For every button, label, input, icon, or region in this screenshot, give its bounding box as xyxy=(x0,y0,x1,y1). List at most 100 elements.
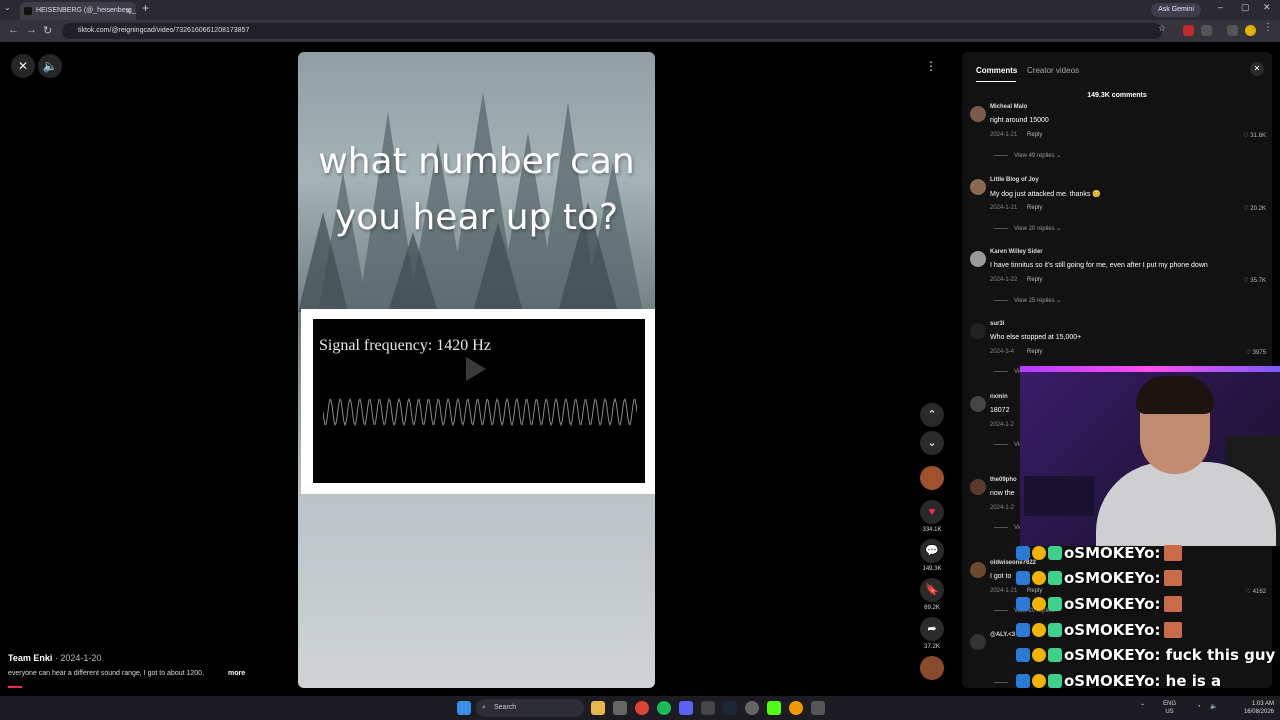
reply-link[interactable]: Reply xyxy=(1027,349,1042,355)
back-arrow-icon[interactable]: ← xyxy=(8,24,19,36)
commenter-avatar[interactable] xyxy=(970,562,986,578)
minimize-button[interactable]: – xyxy=(1218,2,1223,12)
view-replies-link[interactable] xyxy=(994,680,1014,686)
commenter-name[interactable]: Little Blog of Joy xyxy=(990,177,1039,183)
browser-menu-icon[interactable]: ⋮ xyxy=(1263,22,1274,33)
bookmark-star-icon[interactable]: ☆ xyxy=(1158,23,1169,34)
view-replies-link[interactable]: View 20 replies ⌄ xyxy=(994,225,1061,232)
more-caption-link[interactable]: more xyxy=(228,670,245,677)
discord-icon[interactable] xyxy=(679,701,693,715)
comment-like-count[interactable]: ♡ 3975 xyxy=(1246,349,1266,356)
browser-tab[interactable]: HEISENBERG (@_heisenberg_ × xyxy=(20,2,136,20)
comment-text: Who else stopped at 15,000+ xyxy=(990,334,1082,341)
close-comments-icon[interactable]: ✕ xyxy=(1250,62,1264,76)
tab-creator-videos[interactable]: Creator videos xyxy=(1027,66,1079,75)
spotify-icon[interactable] xyxy=(657,701,671,715)
windows-start-icon[interactable] xyxy=(457,701,471,715)
lang-bottom: US xyxy=(1165,709,1174,715)
view-replies-link[interactable]: View 25 replies ⌄ xyxy=(994,297,1061,304)
video-progress-bar[interactable] xyxy=(8,686,22,688)
bookmark-icon[interactable]: 🔖 xyxy=(920,578,944,602)
previous-video-button[interactable]: ⌃ xyxy=(920,403,944,427)
creator-avatar[interactable] xyxy=(920,466,944,490)
reply-link[interactable]: Reply xyxy=(1027,132,1042,138)
ask-gemini-button[interactable]: Ask Gemini xyxy=(1151,3,1201,17)
chat-message: oSMOKEYo: fuck this guy xyxy=(1016,646,1275,668)
extension-icon[interactable] xyxy=(1201,25,1212,36)
lang-top: ENG xyxy=(1163,701,1177,707)
terminal-icon[interactable] xyxy=(701,701,715,715)
reply-link[interactable]: Reply xyxy=(1027,277,1042,283)
video-caption: everyone can hear a different sound rang… xyxy=(8,670,205,677)
url-field[interactable]: tiktok.com/@reigningcad/video/7326160661… xyxy=(62,23,1162,39)
comment-like-count[interactable]: ♡ 31.8K xyxy=(1243,132,1266,139)
comment-item: Karen Willey Sider I have tinnitus so it’… xyxy=(970,249,1270,319)
tray-chevron-icon[interactable]: ⌃ xyxy=(1140,703,1145,711)
commenter-avatar[interactable] xyxy=(970,251,986,267)
app-icon[interactable] xyxy=(811,701,825,715)
comment-like-count[interactable]: ♡ 4162 xyxy=(1246,588,1266,595)
gift-badge-icon xyxy=(1048,623,1062,637)
commenter-name[interactable]: sur3i xyxy=(990,321,1004,327)
commenter-name[interactable]: Karen Willey Sider xyxy=(990,249,1043,255)
commenter-name[interactable]: the09pho xyxy=(990,477,1017,483)
view-replies-link[interactable]: Vie xyxy=(994,369,1023,375)
commenter-name[interactable]: nxmin xyxy=(990,394,1008,400)
view-replies-link[interactable]: View 49 replies ⌄ xyxy=(994,152,1061,159)
volume-icon[interactable]: 🔈 xyxy=(38,54,62,78)
windows-taskbar: ⌕ Search ⌃ ENG US ◔ 🔈 1:03 AM 16/08/2026 xyxy=(0,696,1280,720)
profile-avatar-icon[interactable] xyxy=(1245,25,1256,36)
taskbar-search[interactable]: ⌕ Search xyxy=(476,699,584,717)
steam-icon[interactable] xyxy=(723,701,737,715)
volume-tray-icon[interactable]: 🔈 xyxy=(1210,703,1217,711)
chrome-icon[interactable] xyxy=(635,701,649,715)
webcam-overlay xyxy=(1020,366,1280,546)
video-player[interactable]: what number can you hear up to? Signal f… xyxy=(298,52,655,688)
new-tab-button[interactable]: + xyxy=(142,1,149,15)
commenter-avatar[interactable] xyxy=(970,106,986,122)
close-window-button[interactable]: ✕ xyxy=(1263,2,1271,13)
commenter-avatar[interactable] xyxy=(970,479,986,495)
commenter-avatar[interactable] xyxy=(970,396,986,412)
obs-icon[interactable] xyxy=(745,701,759,715)
wifi-icon[interactable]: ◔ xyxy=(1197,703,1201,711)
comment-icon[interactable]: 💬 xyxy=(920,539,944,563)
chat-badge-icon xyxy=(1032,546,1046,560)
tab-close-icon[interactable]: × xyxy=(126,2,131,20)
forward-arrow-icon[interactable]: → xyxy=(26,24,37,36)
chat-badge-icon xyxy=(1032,674,1046,688)
share-icon[interactable]: ➦ xyxy=(920,617,944,641)
tab-comments[interactable]: Comments xyxy=(976,66,1017,75)
next-video-button[interactable]: ⌄ xyxy=(920,431,944,455)
store-icon[interactable] xyxy=(613,701,627,715)
more-options-icon[interactable]: ⋮ xyxy=(919,54,943,78)
music-disc-icon[interactable] xyxy=(920,656,944,680)
chrome-canary-icon[interactable] xyxy=(789,701,803,715)
chat-text: he is a xyxy=(1160,672,1222,690)
play-icon[interactable] xyxy=(466,357,486,381)
maximize-button[interactable]: ▢ xyxy=(1241,2,1250,13)
commenter-name[interactable]: @ALY.<3 xyxy=(990,632,1015,638)
like-heart-icon[interactable]: ♥ xyxy=(920,500,944,524)
extension-icon[interactable] xyxy=(1183,25,1194,36)
comment-like-count[interactable]: ♡ 35.7K xyxy=(1243,277,1266,284)
clock-date: 16/08/2026 xyxy=(1243,709,1274,715)
commenter-avatar[interactable] xyxy=(970,634,986,650)
tab-list-icon[interactable]: ⌄ xyxy=(4,3,11,12)
view-replies-link[interactable]: Vie xyxy=(994,525,1023,531)
comment-like-count[interactable]: ♡ 20.2K xyxy=(1243,205,1266,212)
commenter-name[interactable]: Micheal Malo xyxy=(990,104,1027,110)
reload-icon[interactable]: ↻ xyxy=(43,24,52,37)
clock[interactable]: 1:03 AM 16/08/2026 xyxy=(1228,700,1274,716)
kick-icon[interactable] xyxy=(767,701,781,715)
view-replies-link[interactable]: Vie xyxy=(994,442,1023,448)
video-author[interactable]: Team Enki · 2024-1-20 xyxy=(8,653,101,663)
language-indicator[interactable]: ENG US xyxy=(1163,700,1176,716)
sidebar-icon[interactable] xyxy=(1227,25,1238,36)
commenter-avatar[interactable] xyxy=(970,179,986,195)
chat-message: oSMOKEYo: xyxy=(1016,569,1183,591)
close-video-icon[interactable]: ✕ xyxy=(11,54,35,78)
file-explorer-icon[interactable] xyxy=(591,701,605,715)
commenter-avatar[interactable] xyxy=(970,323,986,339)
reply-link[interactable]: Reply xyxy=(1027,205,1042,211)
